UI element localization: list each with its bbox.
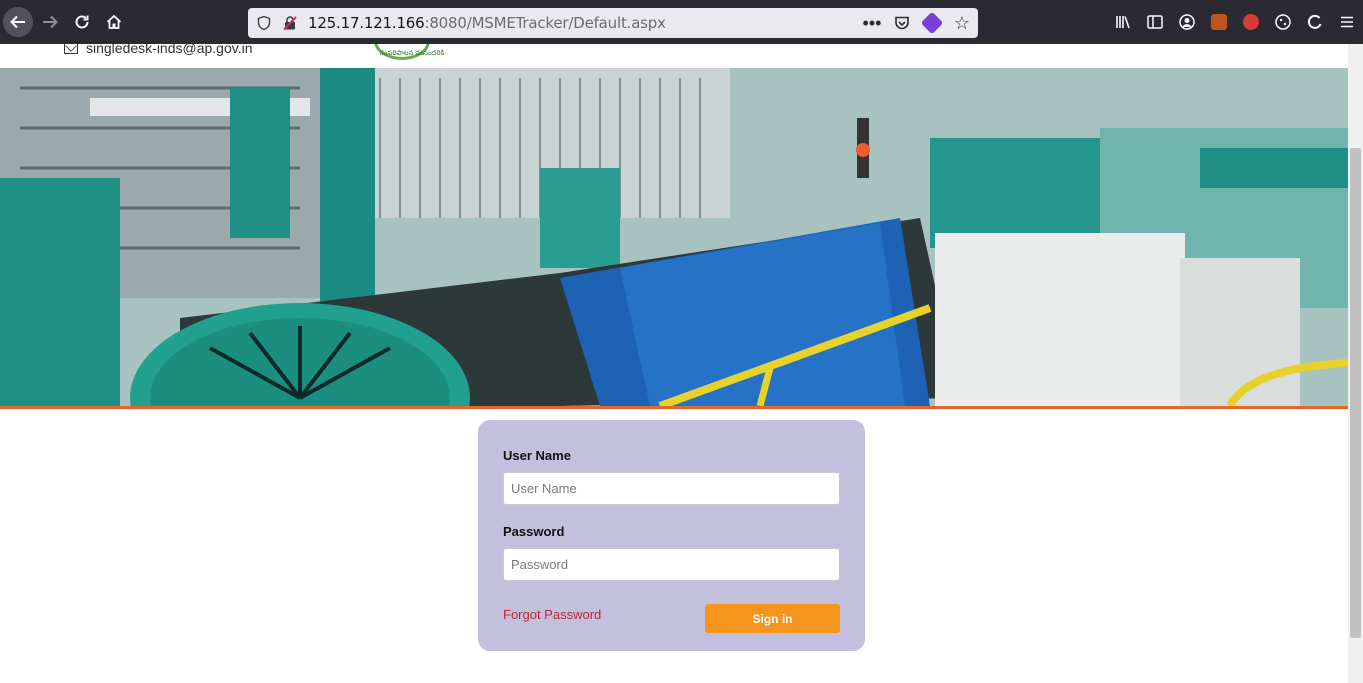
toolbar-right (1107, 6, 1363, 38)
url-text[interactable]: 125.17.121.166:8080/MSMETracker/Default.… (308, 14, 666, 32)
extension-cube-icon[interactable] (920, 11, 944, 35)
contact-email[interactable]: singledesk-inds@ap.gov.in (64, 44, 253, 56)
page-actions-icon[interactable]: ••• (862, 13, 882, 33)
password-label: Password (503, 524, 565, 539)
page-header: singledesk-inds@ap.gov.in సుపరిపాలన మనంద… (0, 44, 1348, 68)
hero-banner-image (0, 68, 1348, 406)
arrow-left-icon (10, 15, 25, 29)
reload-button[interactable] (68, 8, 96, 36)
envelope-icon (64, 44, 78, 54)
password-input[interactable] (503, 548, 840, 581)
login-form: User Name Password Forgot Password Sign … (478, 420, 865, 651)
tracking-shield-icon[interactable] (256, 15, 272, 31)
back-button[interactable] (3, 7, 33, 37)
forward-button[interactable] (36, 8, 64, 36)
reload-icon (75, 15, 89, 29)
username-input[interactable] (503, 472, 840, 505)
bookmark-star-icon[interactable]: ☆ (952, 13, 972, 33)
hero-divider (0, 406, 1348, 409)
url-path: :8080/MSMETracker/Default.aspx (424, 14, 666, 32)
loading-icon[interactable] (1299, 6, 1331, 38)
browser-toolbar: 125.17.121.166:8080/MSMETracker/Default.… (0, 0, 1363, 44)
arrow-right-icon (43, 15, 58, 29)
home-button[interactable] (100, 8, 128, 36)
url-actions: ••• ☆ (862, 11, 972, 35)
scrollbar-thumb[interactable] (1350, 148, 1361, 638)
factory-illustration (0, 68, 1348, 406)
forgot-password-link[interactable]: Forgot Password (503, 607, 601, 622)
menu-icon[interactable] (1331, 6, 1363, 38)
sign-in-button[interactable]: Sign in (705, 604, 840, 633)
page-scrollbar[interactable] (1348, 44, 1363, 683)
pocket-icon[interactable] (892, 13, 912, 33)
address-bar[interactable]: 125.17.121.166:8080/MSMETracker/Default.… (248, 8, 978, 38)
extension-red-icon[interactable] (1235, 6, 1267, 38)
home-icon (106, 14, 122, 29)
url-host: 125.17.121.166 (308, 14, 425, 32)
email-text: singledesk-inds@ap.gov.in (86, 44, 253, 56)
library-icon[interactable] (1107, 6, 1139, 38)
extension-gear-icon[interactable] (1203, 6, 1235, 38)
logo-caption: సుపరిపాలన మనందరికి (380, 50, 445, 57)
extension-cookie-icon[interactable] (1267, 6, 1299, 38)
sidebar-icon[interactable] (1139, 6, 1171, 38)
username-label: User Name (503, 448, 571, 463)
insecure-lock-icon[interactable] (282, 15, 298, 31)
account-icon[interactable] (1171, 6, 1203, 38)
